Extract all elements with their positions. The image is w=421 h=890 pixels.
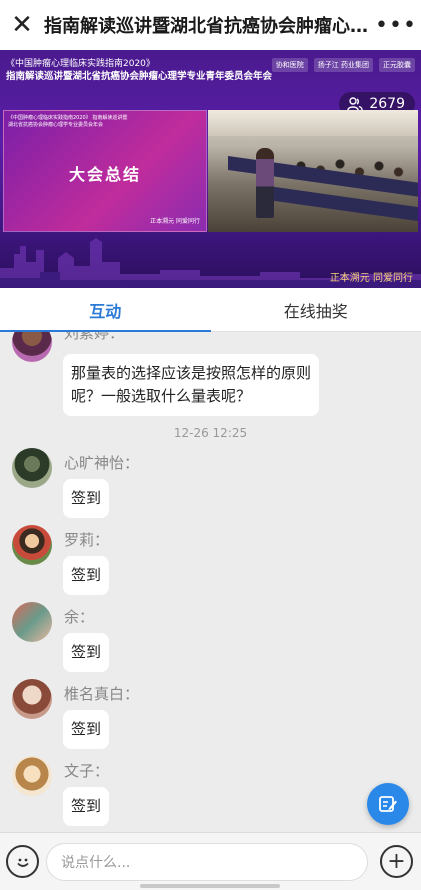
avatar[interactable] [12,448,52,488]
banner-title: 指南解读巡讲暨湖北省抗癌协会肿瘤心理学专业青年委员会年会 [6,71,273,82]
avatar[interactable] [12,756,52,796]
sponsor-logo-2: 扬子江 药业集团 [313,58,373,72]
chat-username: 文子： [64,762,110,780]
sponsor-logo-3: 正元胶囊 [379,58,415,72]
chat-timestamp: 12-26 12:25 [173,426,248,440]
close-icon[interactable]: ✕ [0,0,44,50]
sponsor-logos: 协和医院 扬子江 药业集团 正元胶囊 [271,58,415,72]
emoji-button[interactable] [6,845,39,878]
tab-bar: 互动 在线抽奖 [0,288,421,332]
chat-username: 余： [64,608,95,626]
presentation-slide: 《中国肿瘤心理临床实践指南2020》 指南解读巡讲暨湖北省抗癌协会肿瘤心理学专业… [3,110,207,232]
edit-icon [379,796,397,812]
footer-signature: 正本溯元 同爱同行 [329,273,413,284]
sponsor-logo-1: 协和医院 [271,58,308,72]
avatar[interactable] [12,602,52,642]
more-icon[interactable]: ••• [371,0,421,50]
chat-username: 心旷神怡： [64,454,140,472]
compose-button[interactable] [367,783,409,825]
chat-username: 椎名真白： [64,685,140,703]
viewers-icon [347,97,364,111]
chat-bubble: 签到 [63,556,110,595]
chat-bubble: 签到 [63,633,110,672]
chat-bubble: 签到 [63,479,110,518]
chat-username: 罗莉： [64,531,110,549]
avatar[interactable] [12,525,52,565]
input-bar: 说点什么... + [0,832,421,890]
avatar[interactable] [12,679,52,719]
chat-text-line: 那量表的选择应该是按照怎样的原则 [71,364,312,382]
tab-interaction[interactable]: 互动 [0,288,211,332]
home-indicator [140,884,280,888]
plus-icon[interactable]: + [380,845,413,878]
chat-bubble: 那量表的选择应该是按照怎样的原则 呢？一般选取什么量表呢？ [63,354,320,416]
live-video-player[interactable]: 《中国肿瘤心理临床实践指南2020》 指南解读巡讲暨湖北省抗癌协会肿瘤心理学专业… [0,50,421,288]
smiley-icon [17,858,28,867]
avatar[interactable] [12,332,52,362]
tab-lottery[interactable]: 在线抽奖 [211,288,421,331]
chat-username: 刘素婷： [64,332,125,342]
conference-photo [208,110,418,232]
slide-signature: 正本溯元 同爱同行 [150,218,200,225]
chat-bubble: 签到 [63,710,110,749]
slide-header-text: 《中国肿瘤心理临床实践指南2020》 指南解读巡讲暨湖北省抗癌协会肿瘤心理学专业… [8,115,128,128]
slide-title: 大会总结 [68,165,141,184]
page-title: 指南解读巡讲暨湖北省抗癌协会肿瘤心理专业委员会青年委员会年会 [44,16,371,37]
chat-bubble: 签到 [63,787,110,826]
chat-text-line: 呢？一般选取什么量表呢？ [71,387,252,405]
chat-list[interactable]: 刘素婷： 那量表的选择应该是按照怎样的原则 呢？一般选取什么量表呢？ 12-26… [0,332,421,832]
title-bar: ✕ 指南解读巡讲暨湖北省抗癌协会肿瘤心理专业委员会青年委员会年会 ••• [0,0,421,50]
comment-input[interactable]: 说点什么... [46,843,368,881]
